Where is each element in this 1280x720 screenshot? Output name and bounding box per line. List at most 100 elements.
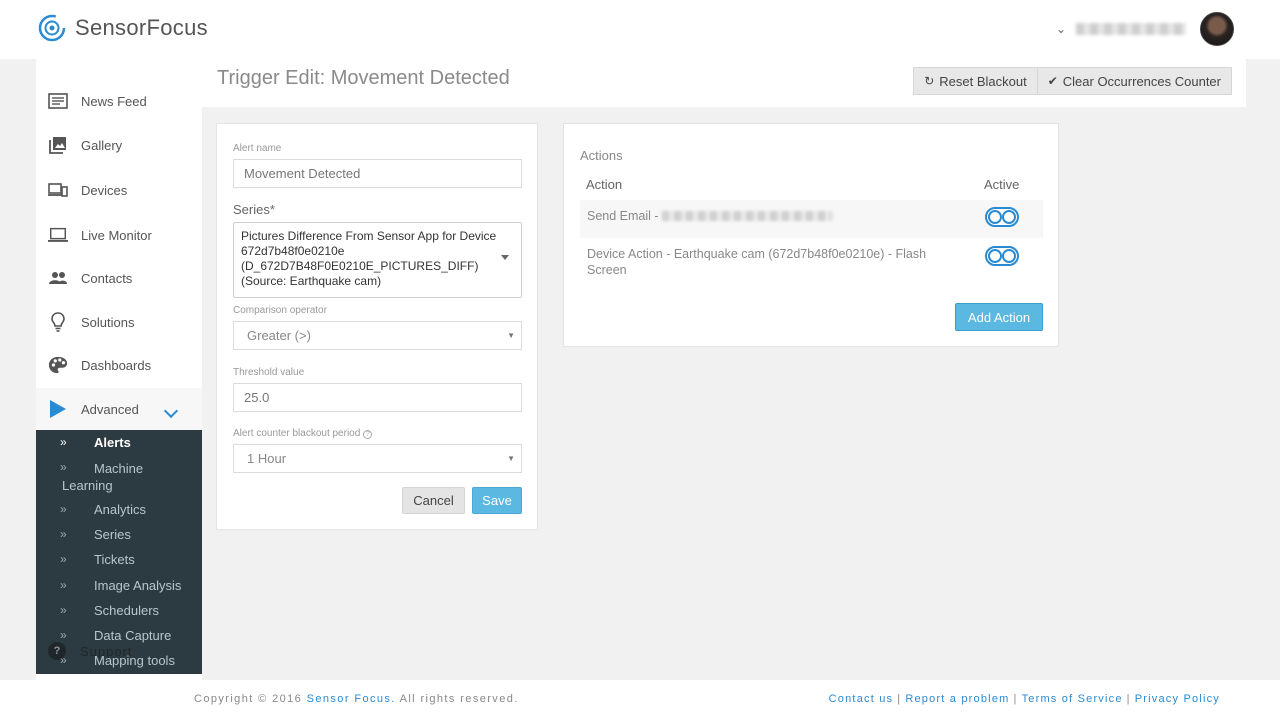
submenu-item-label: Machine Learning — [62, 461, 144, 493]
support-link[interactable]: ? Support — [48, 642, 133, 660]
copyright-suffix: All rights reserved. — [395, 693, 519, 705]
footer: Copyright © 2016 Sensor Focus. All right… — [0, 680, 1280, 720]
column-header-active: Active — [984, 177, 1020, 192]
sidebar-item-live-monitor[interactable]: Live Monitor — [36, 215, 202, 255]
refresh-icon: ↻ — [924, 74, 935, 88]
action-description: Send Email - — [587, 209, 663, 223]
sidebar-item-dashboards[interactable]: Dashboards — [36, 345, 202, 385]
submenu-item-label: Analytics — [94, 502, 147, 517]
user-name-redacted — [1076, 23, 1186, 35]
logo[interactable]: SensorFocus — [38, 14, 208, 42]
action-description: Device Action - Earthquake cam (672d7b48… — [587, 247, 927, 277]
submenu-item-label: Image Analysis — [94, 578, 182, 593]
sidebar-item-devices[interactable]: Devices — [36, 170, 202, 210]
sidebar-item-label: Live Monitor — [81, 227, 152, 243]
action-active-toggle[interactable] — [985, 246, 1019, 266]
report-problem-link[interactable]: Report a problem — [905, 693, 1009, 705]
actions-card: Actions Action Active Send Email - Devic… — [563, 123, 1059, 347]
comparison-operator-select[interactable]: Greater (>) ▼ — [233, 321, 522, 350]
advanced-submenu: » Alerts » Machine Learning » Analytics … — [36, 430, 202, 674]
cancel-button[interactable]: Cancel — [402, 487, 465, 514]
submenu-item-label: Schedulers — [94, 603, 160, 618]
save-button[interactable]: Save — [472, 487, 522, 514]
separator: | — [1126, 693, 1131, 705]
copyright-prefix: Copyright © 2016 — [194, 693, 307, 705]
alert-name-input[interactable]: Movement Detected — [233, 159, 522, 188]
blackout-period-select[interactable]: 1 Hour ▼ — [233, 444, 522, 473]
series-value: Pictures Difference From Sensor App for … — [241, 229, 497, 288]
news-feed-icon — [48, 91, 68, 111]
sidebar-item-label: Gallery — [81, 137, 123, 153]
help-icon[interactable]: ? — [363, 430, 373, 439]
devices-icon — [48, 180, 68, 200]
toggle-knob — [1002, 249, 1016, 263]
user-menu[interactable]: ⌄ — [1056, 12, 1234, 46]
avatar[interactable] — [1200, 12, 1234, 46]
help-icon: ? — [48, 642, 66, 660]
double-chevron-right-icon: » — [60, 628, 67, 642]
column-header-action: Action — [586, 177, 623, 192]
toggle-ring — [988, 210, 1002, 224]
monitor-icon — [48, 225, 68, 245]
chevron-down-icon[interactable] — [163, 403, 179, 419]
chevron-down-icon[interactable]: ⌄ — [1056, 22, 1066, 36]
alert-name-label: Alert name — [233, 143, 282, 154]
submenu-item-label: Series — [94, 527, 131, 542]
sidebar-item-label: Solutions — [81, 314, 135, 330]
sidebar-item-news-feed[interactable]: News Feed — [36, 81, 202, 121]
sidebar-item-label: Advanced — [81, 401, 139, 417]
clear-occurrences-button[interactable]: ✔ Clear Occurrences Counter — [1037, 67, 1232, 95]
series-label: Series* — [233, 202, 275, 217]
comparison-operator-value: Greater (>) — [247, 328, 311, 343]
action-text: Send Email - — [587, 208, 833, 224]
terms-of-service-link[interactable]: Terms of Service — [1022, 693, 1123, 705]
support-label: Support — [80, 643, 133, 659]
double-chevron-right-icon: » — [60, 603, 67, 617]
series-select[interactable]: Pictures Difference From Sensor App for … — [233, 222, 522, 298]
reset-blackout-label: Reset Blackout — [939, 73, 1027, 89]
double-chevron-right-icon: » — [60, 552, 67, 566]
page-header: Trigger Edit: Movement Detected ↻ Reset … — [202, 59, 1246, 107]
double-chevron-right-icon: » — [60, 578, 67, 592]
clear-occurrences-label: Clear Occurrences Counter — [1062, 73, 1221, 89]
sidebar-item-label: Contacts — [81, 270, 133, 286]
lightbulb-icon — [48, 312, 68, 332]
submenu-item-label: Data Capture — [94, 628, 172, 643]
actions-title: Actions — [580, 148, 623, 163]
separator: | — [897, 693, 902, 705]
sidebar-item-gallery[interactable]: Gallery — [36, 125, 202, 165]
action-active-toggle[interactable] — [985, 207, 1019, 227]
submenu-item-label: Alerts — [94, 435, 131, 450]
blackout-period-value: 1 Hour — [247, 451, 287, 466]
privacy-policy-link[interactable]: Privacy Policy — [1135, 693, 1220, 705]
blackout-period-label-wrap: Alert counter blackout period? — [233, 428, 373, 439]
sidebar-item-contacts[interactable]: Contacts — [36, 258, 202, 298]
copyright: Copyright © 2016 Sensor Focus. All right… — [194, 693, 519, 705]
comparison-operator-label: Comparison operator — [233, 305, 327, 316]
reset-blackout-button[interactable]: ↻ Reset Blackout — [913, 67, 1038, 95]
check-icon: ✔ — [1047, 74, 1058, 88]
sidebar-item-label: Devices — [81, 182, 128, 198]
toggle-knob — [1002, 210, 1016, 224]
trigger-form-card: Alert name Movement Detected Series* Pic… — [216, 123, 538, 530]
dropdown-caret-icon: ▼ — [507, 454, 515, 463]
play-icon — [48, 399, 68, 419]
double-chevron-right-icon: » — [60, 527, 67, 541]
page-title: Trigger Edit: Movement Detected — [217, 67, 510, 89]
add-action-button[interactable]: Add Action — [955, 303, 1043, 331]
double-chevron-right-icon: » — [60, 435, 67, 449]
sidebar-item-advanced[interactable]: Advanced — [36, 388, 202, 430]
sidebar-item-label: Dashboards — [81, 357, 152, 373]
sensorfocus-logo-icon — [38, 14, 66, 42]
sidebar-item-solutions[interactable]: Solutions — [36, 302, 202, 342]
dropdown-caret-icon: ▼ — [507, 331, 515, 340]
contact-us-link[interactable]: Contact us — [829, 693, 894, 705]
threshold-input[interactable]: 25.0 — [233, 383, 522, 412]
palette-icon — [48, 355, 68, 375]
copyright-brand-link[interactable]: Sensor Focus. — [307, 693, 396, 705]
gallery-icon — [48, 135, 68, 155]
blackout-period-label: Alert counter blackout period — [233, 428, 361, 439]
double-chevron-right-icon: » — [60, 502, 67, 516]
threshold-label: Threshold value — [233, 367, 305, 378]
email-redacted — [662, 211, 833, 221]
